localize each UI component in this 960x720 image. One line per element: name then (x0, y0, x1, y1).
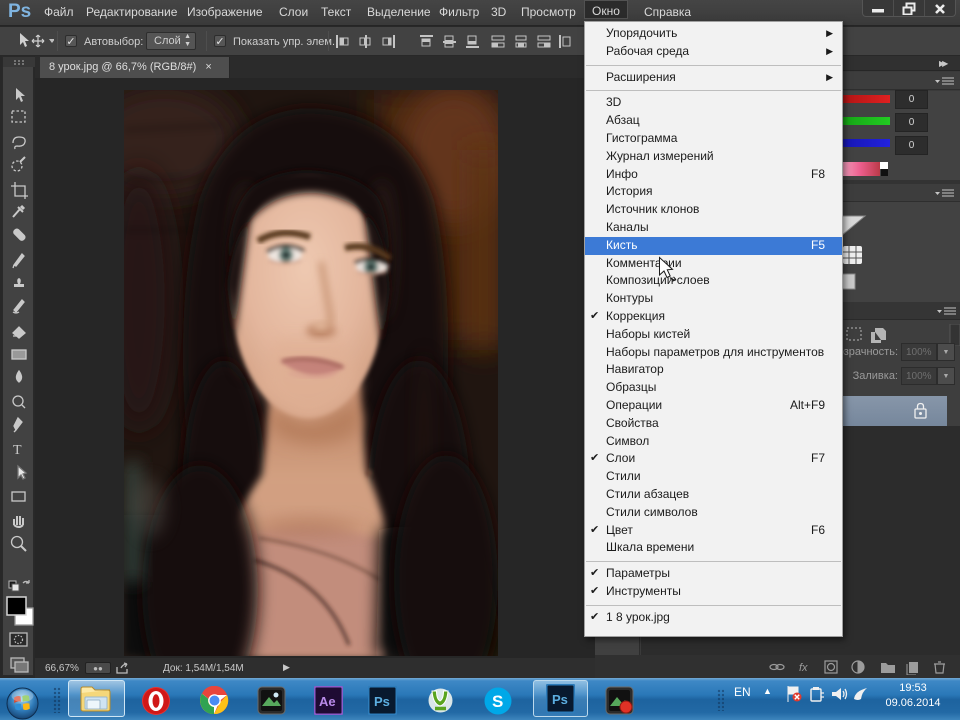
svg-text:fx: fx (799, 662, 808, 674)
svg-text:Ae: Ae (319, 694, 336, 709)
svg-text:S: S (492, 692, 503, 711)
svg-text:Ps: Ps (552, 692, 568, 707)
svg-text:Ps: Ps (374, 694, 390, 709)
svg-text:T: T (13, 443, 22, 458)
